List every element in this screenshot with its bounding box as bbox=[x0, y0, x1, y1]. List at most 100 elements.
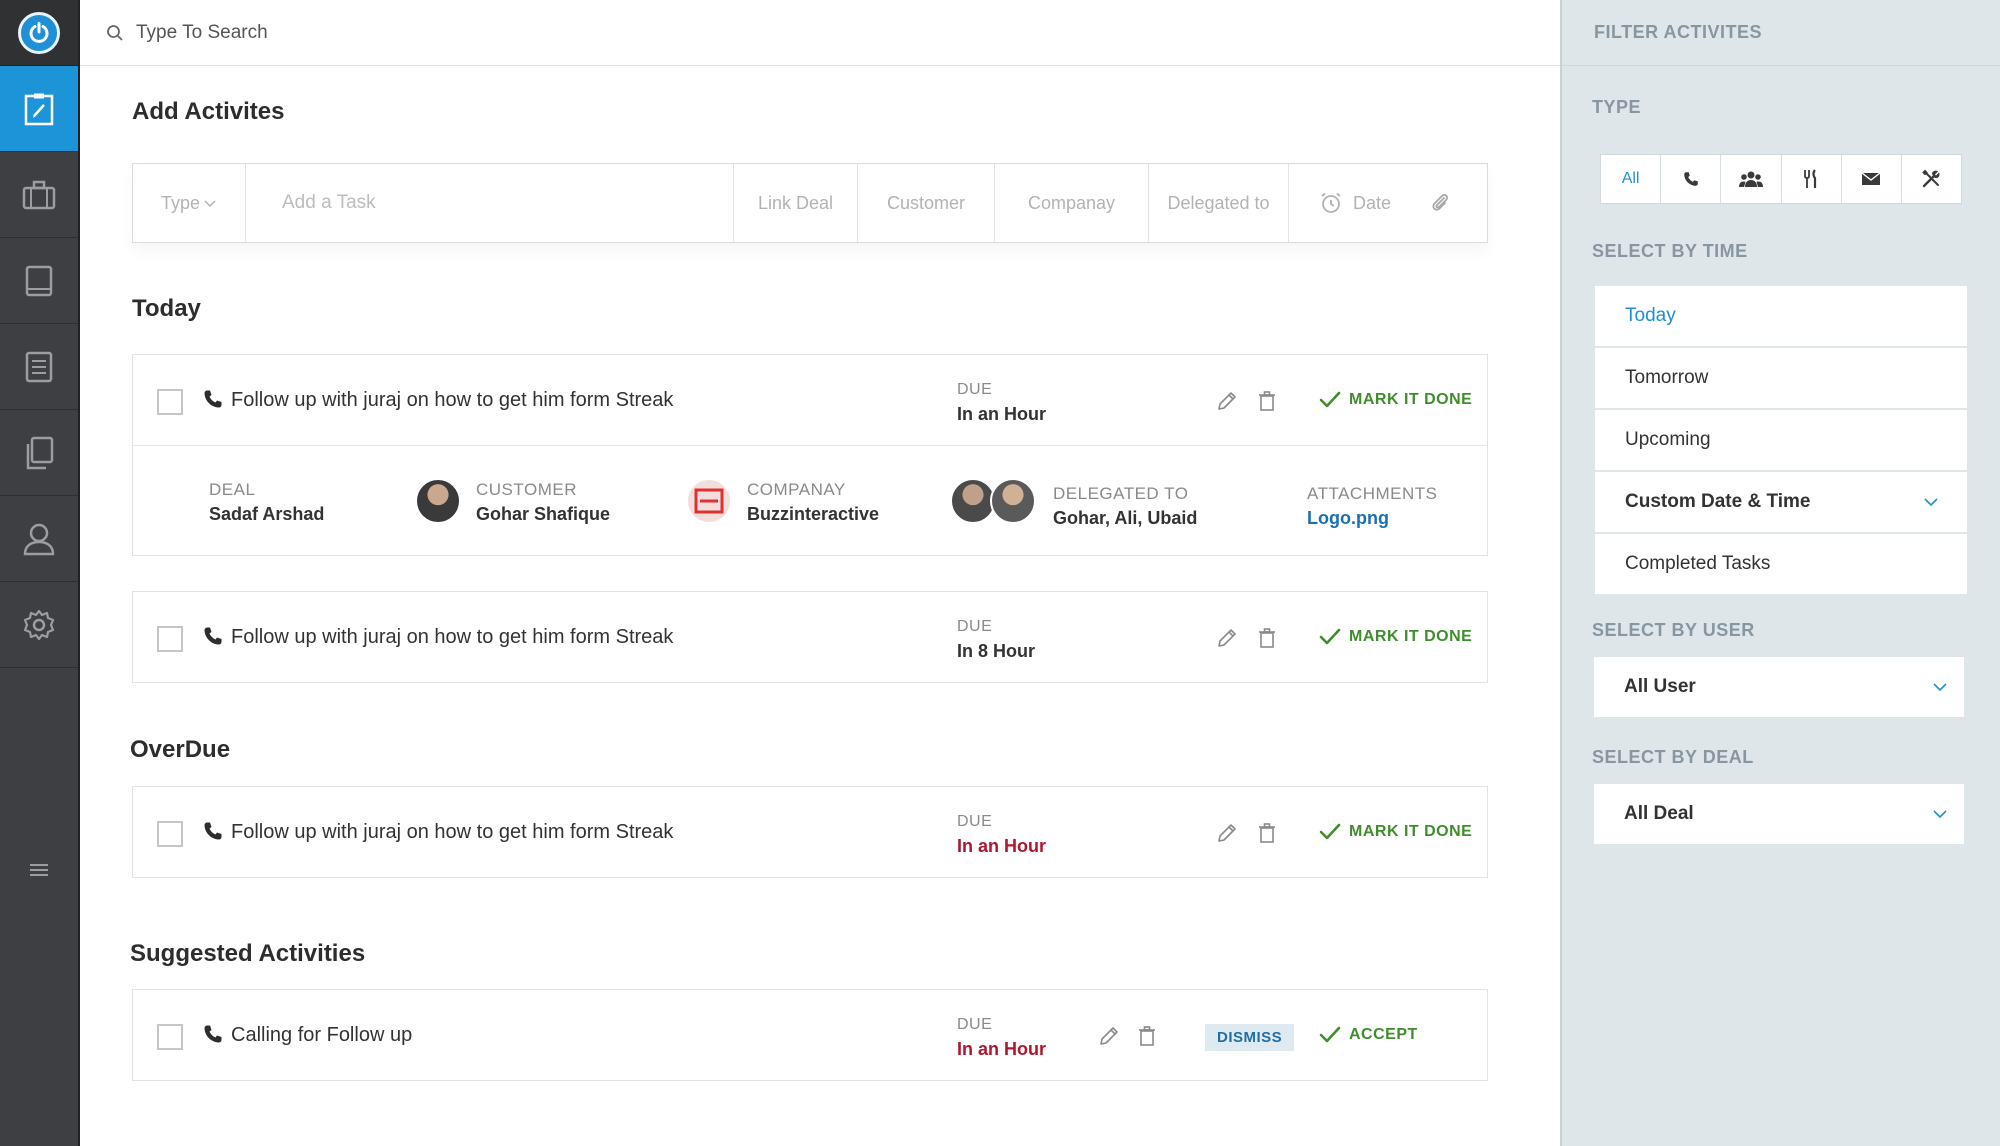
chevron-down-icon bbox=[1933, 683, 1947, 692]
task-title: Calling for Follow up bbox=[231, 1024, 413, 1046]
filter-panel: FILTER ACTIVITES TYPE All SELECT BY TIME… bbox=[1560, 0, 2000, 1146]
task-title: Follow up with juraj on how to get him f… bbox=[231, 821, 674, 843]
time-option-completed[interactable]: Completed Tasks bbox=[1595, 534, 1967, 594]
alarm-clock-icon bbox=[1321, 192, 1341, 213]
chevron-down-icon bbox=[1924, 498, 1938, 507]
pencil-icon[interactable] bbox=[1215, 821, 1239, 845]
fork-knife-icon bbox=[1804, 169, 1817, 188]
type-dropdown-label: Type bbox=[160, 192, 201, 213]
due-value: In an Hour bbox=[957, 404, 1046, 424]
task-details: DEAL Sadaf Arshad CUSTOMER Gohar Shafiqu… bbox=[133, 445, 1487, 555]
company-value: Buzzinteractive bbox=[747, 504, 880, 524]
user-select[interactable]: All User bbox=[1594, 657, 1964, 717]
user-select-value: All User bbox=[1624, 676, 1696, 697]
type-filter-meeting[interactable] bbox=[1721, 155, 1782, 203]
nav-item-deals[interactable] bbox=[0, 152, 78, 238]
search-icon bbox=[107, 24, 123, 41]
delegate-avatar bbox=[990, 478, 1036, 524]
type-filter-call[interactable] bbox=[1661, 155, 1722, 203]
check-icon bbox=[1319, 628, 1341, 645]
document-icon bbox=[25, 351, 53, 382]
customer-field[interactable]: Customer bbox=[858, 164, 995, 242]
mark-done-button[interactable]: MARK IT DONE bbox=[1319, 823, 1472, 841]
trash-icon[interactable] bbox=[1135, 1024, 1159, 1048]
type-filter-group: All bbox=[1600, 154, 1962, 204]
time-option-label: Completed Tasks bbox=[1625, 553, 1771, 574]
search-input[interactable] bbox=[136, 21, 736, 44]
suggested-section-title: Suggested Activities bbox=[130, 940, 366, 967]
check-icon bbox=[1319, 391, 1341, 408]
company-field[interactable]: Companay bbox=[995, 164, 1149, 242]
attachments-detail: ATTACHMENTS Logo.png bbox=[1307, 484, 1437, 529]
company-detail: COMPANAY Buzzinteractive bbox=[747, 480, 879, 525]
pencil-icon[interactable] bbox=[1215, 389, 1239, 413]
customer-label: CUSTOMER bbox=[476, 480, 577, 499]
clipboard-edit-icon bbox=[24, 93, 54, 125]
tools-icon bbox=[1922, 169, 1940, 188]
type-filter-label: TYPE bbox=[1592, 97, 1642, 117]
type-filter-task[interactable] bbox=[1902, 155, 1961, 203]
time-option-today[interactable]: Today bbox=[1595, 286, 1967, 346]
trash-icon[interactable] bbox=[1255, 626, 1279, 650]
mark-done-button[interactable]: MARK IT DONE bbox=[1319, 391, 1472, 409]
nav-item-documents[interactable] bbox=[0, 410, 78, 496]
type-filter-all[interactable]: All bbox=[1601, 155, 1662, 203]
trash-icon[interactable] bbox=[1255, 821, 1279, 845]
time-option-custom[interactable]: Custom Date & Time bbox=[1595, 472, 1967, 532]
time-option-label: Today bbox=[1625, 305, 1676, 326]
time-option-tomorrow[interactable]: Tomorrow bbox=[1595, 348, 1967, 408]
filter-title: FILTER ACTIVITES bbox=[1562, 0, 2000, 66]
paperclip-icon[interactable] bbox=[1429, 191, 1451, 215]
customer-avatar bbox=[415, 478, 461, 524]
attachment-link[interactable]: Logo.png bbox=[1307, 508, 1437, 529]
delegated-value: Gohar, Ali, Ubaid bbox=[1053, 508, 1198, 528]
gear-icon bbox=[23, 609, 55, 640]
mark-done-button[interactable]: MARK IT DONE bbox=[1319, 628, 1472, 646]
dismiss-button[interactable]: DISMISS bbox=[1205, 1024, 1295, 1051]
deal-filter-label: SELECT BY DEAL bbox=[1592, 747, 1754, 767]
nav-item-activities[interactable] bbox=[0, 66, 78, 152]
task-checkbox[interactable] bbox=[157, 1024, 183, 1050]
task-checkbox[interactable] bbox=[157, 626, 183, 652]
time-option-label: Tomorrow bbox=[1625, 367, 1709, 388]
menu-icon[interactable] bbox=[0, 850, 78, 890]
nav-item-settings[interactable] bbox=[0, 582, 78, 668]
link-deal-field[interactable]: Link Deal bbox=[734, 164, 858, 242]
type-filter-email[interactable] bbox=[1842, 155, 1902, 203]
task-checkbox[interactable] bbox=[157, 821, 183, 847]
accept-label: ACCEPT bbox=[1349, 1026, 1418, 1043]
nav-rail bbox=[0, 0, 80, 1146]
customer-label: Customer bbox=[886, 192, 966, 213]
nav-item-contacts[interactable] bbox=[0, 496, 78, 582]
delegated-field[interactable]: Delegated to bbox=[1149, 164, 1289, 242]
due-value: In an Hour bbox=[957, 836, 1046, 856]
time-filter-label: SELECT BY TIME bbox=[1592, 241, 1748, 261]
date-label: Date bbox=[1353, 192, 1392, 213]
time-option-upcoming[interactable]: Upcoming bbox=[1595, 410, 1967, 470]
delegated-label: Delegated to bbox=[1167, 192, 1270, 213]
app-logo[interactable] bbox=[0, 0, 78, 66]
pencil-icon[interactable] bbox=[1097, 1024, 1121, 1048]
deal-select[interactable]: All Deal bbox=[1594, 784, 1964, 844]
phone-icon bbox=[204, 822, 222, 840]
phone-icon bbox=[1683, 172, 1698, 186]
due-value: In an Hour bbox=[957, 1039, 1046, 1059]
due-label: DUE bbox=[957, 618, 993, 635]
user-icon bbox=[23, 523, 55, 555]
chevron-down-icon bbox=[204, 200, 216, 208]
date-field[interactable]: Date bbox=[1289, 164, 1487, 242]
today-section-title: Today bbox=[132, 295, 201, 322]
pencil-icon[interactable] bbox=[1215, 626, 1239, 650]
task-checkbox[interactable] bbox=[157, 389, 183, 415]
type-dropdown[interactable]: Type bbox=[133, 164, 246, 242]
task-title: Follow up with juraj on how to get him f… bbox=[231, 626, 674, 648]
nav-item-notebook[interactable] bbox=[0, 238, 78, 324]
phone-icon bbox=[204, 390, 222, 408]
due-label: DUE bbox=[957, 1016, 993, 1033]
add-task-input[interactable] bbox=[246, 164, 733, 242]
trash-icon[interactable] bbox=[1255, 389, 1279, 413]
accept-button[interactable]: ACCEPT bbox=[1319, 1026, 1418, 1044]
type-filter-lunch[interactable] bbox=[1782, 155, 1842, 203]
nav-item-reports[interactable] bbox=[0, 324, 78, 410]
due-label: DUE bbox=[957, 381, 993, 398]
